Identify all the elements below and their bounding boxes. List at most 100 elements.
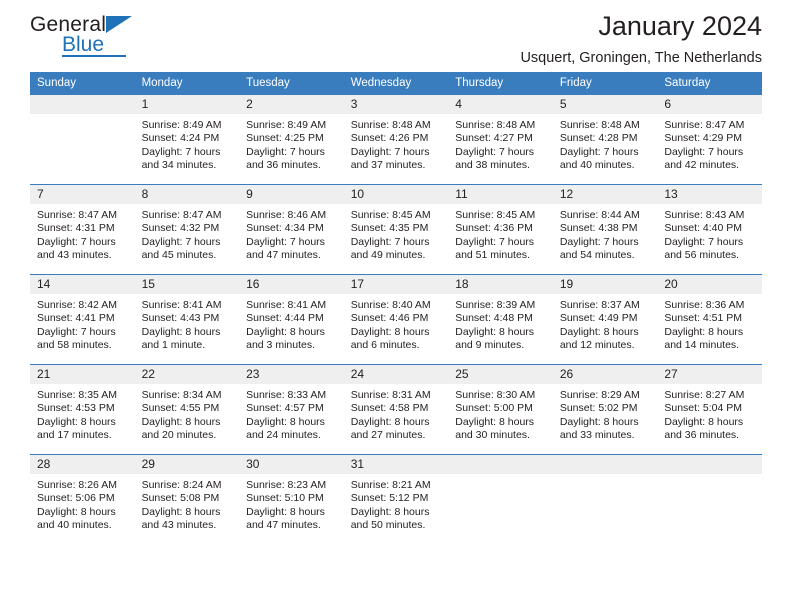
day-details: Sunrise: 8:21 AM Sunset: 5:12 PM Daylight:… xyxy=(344,474,449,532)
calendar-day-cell[interactable]: 16 Sunrise: 8:41 AM Sunset: 4:44 PM Dayligh… xyxy=(239,274,344,365)
day-details: Sunrise: 8:27 AM Sunset: 5:04 PM Daylight:… xyxy=(657,384,762,442)
calendar-grid: Sunday Monday Tuesday Wednesday Thursday Frid… xyxy=(30,72,762,544)
calendar-day-cell[interactable]: 7 Sunrise: 8:47 AM Sunset: 4:31 PM Daylight… xyxy=(30,184,135,275)
calendar-day-cell[interactable]: 29 Sunrise: 8:24 AM Sunset: 5:08 PM Dayligh… xyxy=(134,454,240,544)
calendar-day-cell[interactable]: 21 Sunrise: 8:35 AM Sunset: 4:53 PM Dayligh… xyxy=(30,364,135,455)
daylight-duration-line2: and 49 minutes. xyxy=(350,248,426,261)
sunset-time: Sunset: 4:31 PM xyxy=(37,222,115,235)
daylight-duration-line2: and 47 minutes. xyxy=(246,248,321,261)
calendar-day-cell[interactable]: 25 Sunrise: 8:30 AM Sunset: 5:00 PM Dayligh… xyxy=(448,364,553,455)
day-cell-inner: 2 Sunrise: 8:49 AM Sunset: 4:25 PM Daylight… xyxy=(239,95,344,184)
day-number: 1 xyxy=(134,95,240,114)
day-details: Sunrise: 8:40 AM Sunset: 4:46 PM Daylight:… xyxy=(344,294,449,352)
daylight-duration-line2: and 12 minutes. xyxy=(559,338,635,351)
calendar-day-cell[interactable]: 4 Sunrise: 8:48 AM Sunset: 4:27 PM Daylight… xyxy=(448,94,553,185)
sunset-time: Sunset: 4:53 PM xyxy=(37,402,115,415)
day-cell-inner: 16 Sunrise: 8:41 AM Sunset: 4:44 PM Dayligh… xyxy=(239,275,344,364)
calendar-day-cell[interactable]: 30 Sunrise: 8:23 AM Sunset: 5:10 PM Dayligh… xyxy=(239,454,344,544)
calendar-page: General Blue January 2024 Usquert, Groni… xyxy=(0,0,792,612)
calendar-header-row: Sunday Monday Tuesday Wednesday Thursday Frid… xyxy=(30,72,762,95)
brand-logo[interactable]: General Blue xyxy=(30,8,230,64)
title-block: January 2024 Usquert, Groningen, The Net… xyxy=(520,8,762,68)
calendar-day-cell[interactable]: 5 Sunrise: 8:48 AM Sunset: 4:28 PM Daylight… xyxy=(552,94,658,185)
calendar-day-cell[interactable]: 9 Sunrise: 8:46 AM Sunset: 4:34 PM Daylight… xyxy=(239,184,344,275)
day-details: Sunrise: 8:31 AM Sunset: 4:58 PM Daylight:… xyxy=(344,384,449,442)
daylight-duration-line1: Daylight: 8 hours xyxy=(37,415,116,428)
calendar-day-cell[interactable]: 8 Sunrise: 8:47 AM Sunset: 4:32 PM Daylight… xyxy=(134,184,240,275)
sunrise-time: Sunrise: 8:40 AM xyxy=(350,299,431,311)
daylight-duration-line1: Daylight: 8 hours xyxy=(141,505,221,518)
daylight-duration-line1: Daylight: 7 hours xyxy=(350,235,430,248)
day-details: Sunrise: 8:49 AM Sunset: 4:25 PM Daylight:… xyxy=(239,114,344,172)
daylight-duration-line2: and 33 minutes. xyxy=(559,428,635,441)
calendar-day-cell[interactable]: 26 Sunrise: 8:29 AM Sunset: 5:02 PM Dayligh… xyxy=(552,364,658,455)
sunset-time: Sunset: 4:32 PM xyxy=(141,222,220,235)
sunset-time: Sunset: 4:44 PM xyxy=(246,312,324,325)
calendar-day-cell[interactable]: 3 Sunrise: 8:48 AM Sunset: 4:26 PM Daylight… xyxy=(343,94,449,185)
calendar-day-cell-empty xyxy=(30,94,135,185)
calendar-day-cell[interactable]: 19 Sunrise: 8:37 AM Sunset: 4:49 PM Dayligh… xyxy=(552,274,658,365)
triangle-mark-icon xyxy=(106,16,132,33)
calendar-day-cell[interactable]: 14 Sunrise: 8:42 AM Sunset: 4:41 PM Dayligh… xyxy=(30,274,135,365)
daylight-duration-line2: and 34 minutes. xyxy=(141,158,217,171)
calendar-day-cell[interactable]: 27 Sunrise: 8:27 AM Sunset: 5:04 PM Dayligh… xyxy=(657,364,762,455)
daylight-duration-line2: and 40 minutes. xyxy=(37,518,112,531)
sunset-time: Sunset: 4:49 PM xyxy=(559,312,638,325)
day-details: Sunrise: 8:24 AM Sunset: 5:08 PM Daylight:… xyxy=(135,474,240,532)
calendar-day-cell[interactable]: 10 Sunrise: 8:45 AM Sunset: 4:35 PM Dayligh… xyxy=(343,184,449,275)
weekday-header-thursday: Thursday xyxy=(448,72,553,95)
sunset-time: Sunset: 5:00 PM xyxy=(455,402,533,415)
calendar-day-cell[interactable]: 13 Sunrise: 8:43 AM Sunset: 4:40 PM Dayligh… xyxy=(657,184,762,275)
calendar-day-cell[interactable]: 15 Sunrise: 8:41 AM Sunset: 4:43 PM Dayligh… xyxy=(134,274,240,365)
calendar-day-cell[interactable]: 20 Sunrise: 8:36 AM Sunset: 4:51 PM Dayligh… xyxy=(657,274,762,365)
day-details: Sunrise: 8:45 AM Sunset: 4:36 PM Daylight:… xyxy=(448,204,553,262)
day-details: Sunrise: 8:42 AM Sunset: 4:41 PM Daylight:… xyxy=(30,294,135,352)
daylight-duration-line1: Daylight: 7 hours xyxy=(664,235,744,248)
day-details: Sunrise: 8:33 AM Sunset: 4:57 PM Daylight:… xyxy=(239,384,344,442)
calendar-day-cell[interactable]: 24 Sunrise: 8:31 AM Sunset: 4:58 PM Dayligh… xyxy=(343,364,449,455)
day-number: 25 xyxy=(448,365,553,384)
day-cell-inner: 23 Sunrise: 8:33 AM Sunset: 4:57 PM Dayligh… xyxy=(239,365,344,454)
calendar-week-row: 14 Sunrise: 8:42 AM Sunset: 4:41 PM Dayligh… xyxy=(30,274,762,365)
day-number: 19 xyxy=(552,275,658,294)
sunset-time: Sunset: 5:12 PM xyxy=(350,492,429,505)
calendar-day-cell[interactable]: 18 Sunrise: 8:39 AM Sunset: 4:48 PM Dayligh… xyxy=(448,274,553,365)
day-cell-inner: 30 Sunrise: 8:23 AM Sunset: 5:10 PM Dayligh… xyxy=(239,455,344,544)
calendar-day-cell[interactable]: 23 Sunrise: 8:33 AM Sunset: 4:57 PM Dayligh… xyxy=(239,364,344,455)
day-cell-inner: 29 Sunrise: 8:24 AM Sunset: 5:08 PM Dayligh… xyxy=(134,455,240,544)
calendar-day-cell[interactable]: 22 Sunrise: 8:34 AM Sunset: 4:55 PM Dayligh… xyxy=(134,364,240,455)
sunset-time: Sunset: 4:29 PM xyxy=(664,132,743,145)
daylight-duration-line2: and 36 minutes. xyxy=(664,428,740,441)
daylight-duration-line1: Daylight: 8 hours xyxy=(559,325,639,338)
weekday-header-saturday: Saturday xyxy=(657,72,762,95)
calendar-day-cell[interactable]: 1 Sunrise: 8:49 AM Sunset: 4:24 PM Daylight… xyxy=(134,94,240,185)
daylight-duration-line1: Daylight: 7 hours xyxy=(141,235,221,248)
day-cell-inner: 20 Sunrise: 8:36 AM Sunset: 4:51 PM Dayligh… xyxy=(657,275,762,364)
sunset-time: Sunset: 4:34 PM xyxy=(246,222,324,235)
daylight-duration-line1: Daylight: 8 hours xyxy=(141,325,221,338)
calendar-day-cell[interactable]: 31 Sunrise: 8:21 AM Sunset: 5:12 PM Dayligh… xyxy=(343,454,449,544)
calendar-day-cell[interactable]: 6 Sunrise: 8:47 AM Sunset: 4:29 PM Daylight… xyxy=(657,94,762,185)
sunrise-time: Sunrise: 8:27 AM xyxy=(664,389,745,401)
sunset-time: Sunset: 5:10 PM xyxy=(246,492,324,505)
sunrise-time: Sunrise: 8:21 AM xyxy=(350,479,431,491)
sunset-time: Sunset: 4:38 PM xyxy=(559,222,638,235)
daylight-duration-line1: Daylight: 7 hours xyxy=(664,145,744,158)
day-cell-inner: 3 Sunrise: 8:48 AM Sunset: 4:26 PM Daylight… xyxy=(343,95,449,184)
day-number: 8 xyxy=(134,185,240,204)
day-number: 17 xyxy=(343,275,449,294)
day-number: 13 xyxy=(657,185,762,204)
daylight-duration-line1: Daylight: 8 hours xyxy=(246,415,325,428)
sunset-time: Sunset: 5:02 PM xyxy=(559,402,638,415)
calendar-day-cell[interactable]: 11 Sunrise: 8:45 AM Sunset: 4:36 PM Dayligh… xyxy=(448,184,553,275)
day-cell-inner xyxy=(657,455,762,544)
day-number: 31 xyxy=(343,455,449,474)
day-number xyxy=(657,455,762,474)
calendar-day-cell[interactable]: 12 Sunrise: 8:44 AM Sunset: 4:38 PM Dayligh… xyxy=(552,184,658,275)
calendar-day-cell[interactable]: 28 Sunrise: 8:26 AM Sunset: 5:06 PM Dayligh… xyxy=(30,454,135,544)
calendar-day-cell[interactable]: 17 Sunrise: 8:40 AM Sunset: 4:46 PM Dayligh… xyxy=(343,274,449,365)
daylight-duration-line2: and 27 minutes. xyxy=(350,428,426,441)
day-number: 5 xyxy=(552,95,658,114)
calendar-day-cell[interactable]: 2 Sunrise: 8:49 AM Sunset: 4:25 PM Daylight… xyxy=(239,94,344,185)
day-number: 18 xyxy=(448,275,553,294)
